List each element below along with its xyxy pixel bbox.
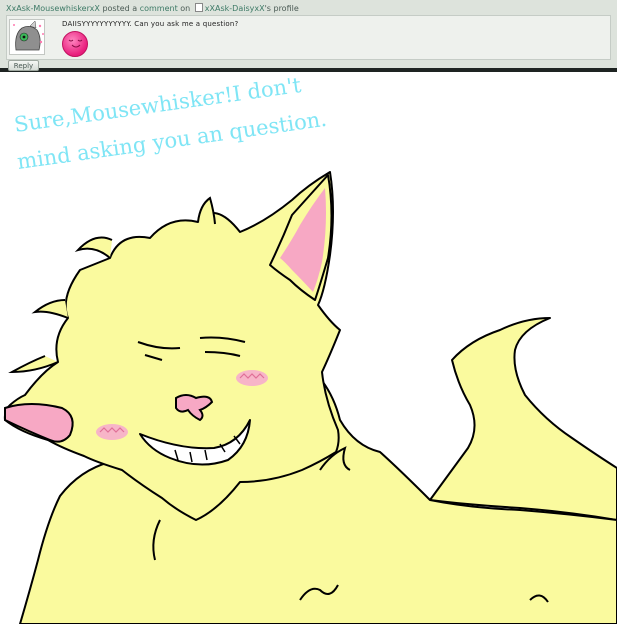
on-text: on (177, 4, 193, 13)
comment-text: DAIISYYYYYYYYYYY. Can you ask me a quest… (62, 20, 239, 28)
reply-button[interactable]: Reply (8, 60, 39, 71)
avatar-cat-image (10, 20, 44, 54)
comment-link[interactable]: comment (140, 4, 178, 13)
target-profile-link[interactable]: xXAsk-DaisyxX (205, 4, 265, 13)
author-link[interactable]: XxAsk-MousewhiskerxX (6, 4, 100, 13)
posted-text: posted a (99, 4, 140, 13)
comment-box: DAIISYYYYYYYYYYY. Can you ask me a quest… (6, 15, 611, 60)
comment-notification-bar: XxAsk-MousewhiskerxX posted a comment on… (0, 0, 617, 72)
blush-emoticon-icon (62, 31, 88, 57)
profile-page-icon (194, 3, 203, 12)
profile-suffix: 's profile (264, 4, 299, 13)
avatar[interactable] (9, 19, 45, 55)
notification-header: XxAsk-MousewhiskerxX posted a comment on… (6, 3, 299, 13)
